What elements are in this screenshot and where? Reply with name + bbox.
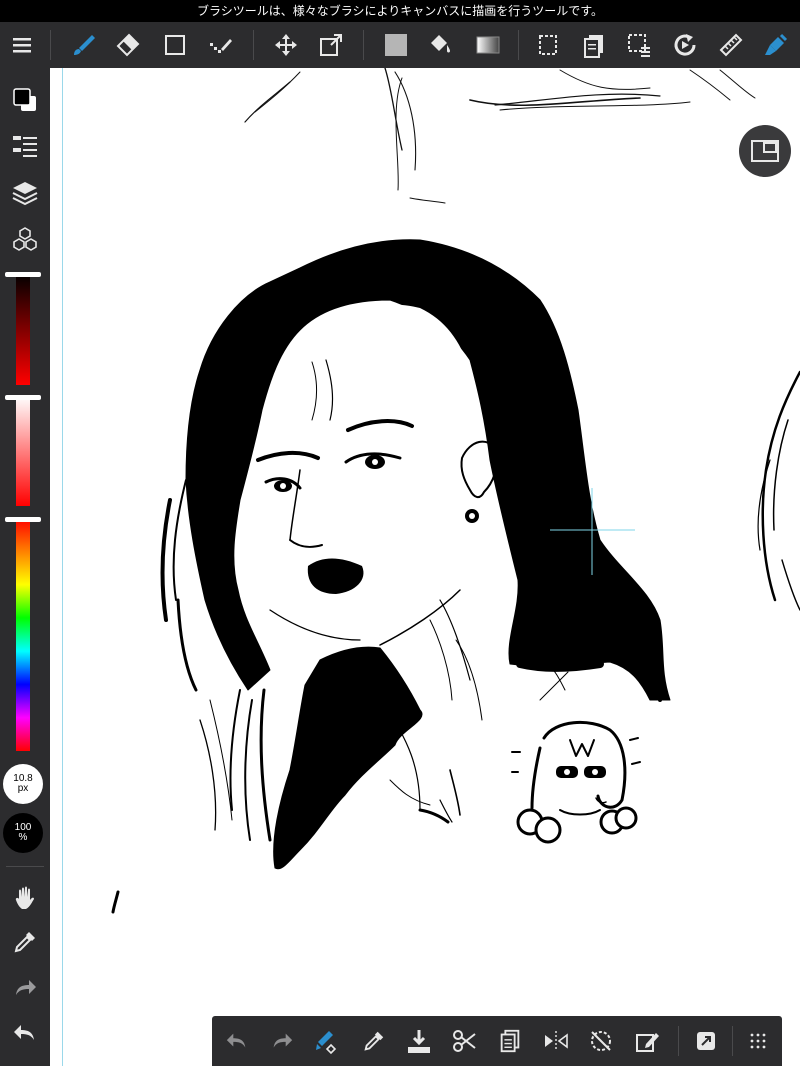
bucket-tool-button[interactable] [417,22,461,68]
redo-icon [273,1033,293,1048]
fill-color-button[interactable] [374,22,418,68]
app-window: ブラシツールは、様々なブラシによりキャンバスに描画を行うツールです。 10.8 … [0,0,800,1066]
navigator-icon [751,140,779,162]
select-icon [539,35,557,55]
redo-button[interactable] [260,1016,304,1066]
rectangle-shape-icon [165,35,185,55]
ruler-tool-button[interactable] [709,22,753,68]
brush-size-unit: px [17,783,29,794]
undo-button[interactable] [215,1016,259,1066]
rotate-tool-button[interactable] [663,22,707,68]
hue-slider-handle[interactable] [5,517,41,522]
flip-horizontal-button[interactable] [534,1016,578,1066]
move-icon [275,34,297,56]
hue-slider[interactable] [16,518,30,751]
copy-icon [500,1029,520,1053]
transform-icon [320,34,342,56]
left-sidebar: 10.8 px 100 % [0,68,50,1066]
select-tool-button[interactable] [526,22,570,68]
gradient-tool-button[interactable] [466,22,510,68]
layers-button[interactable] [0,171,50,215]
brush-list-button[interactable] [0,125,50,169]
shape-tool-button[interactable] [153,22,197,68]
edge-brush-icon [765,33,788,55]
dot-brush-tool-button[interactable] [198,22,242,68]
brush-list-icon [13,136,37,157]
cut-button[interactable] [443,1016,487,1066]
redo-side-button[interactable] [0,966,50,1010]
dotted-brush-icon [210,39,232,53]
more-button[interactable] [736,1016,780,1066]
saturation-slider-handle[interactable] [5,395,41,400]
share-button[interactable] [684,1016,728,1066]
rotate-icon [674,34,696,56]
brightness-slider[interactable] [16,273,30,385]
copy-button[interactable] [488,1016,532,1066]
bottom-toolbar [212,1016,782,1066]
undo-icon [14,1025,34,1040]
eyedropper-icon [14,932,35,953]
tool-tooltip: ブラシツールは、様々なブラシによりキャンバスに描画を行うツールです。 [0,0,800,22]
brush-color-swap-icon [316,1031,337,1055]
color-swatches[interactable] [0,78,50,122]
hand-tool-button[interactable] [0,876,50,920]
copy-paste-icon [584,35,603,58]
bucket-icon [431,35,450,53]
transform-tool-button[interactable] [309,22,353,68]
sketch-artwork [111,67,800,914]
undo-icon [226,1033,246,1048]
flip-horizontal-icon [545,1031,568,1051]
eraser-tool-button[interactable] [106,22,150,68]
copy-paste-button[interactable] [572,22,616,68]
menu-icon [13,38,31,53]
brush-size-button[interactable]: 10.8 px [3,764,43,804]
hand-icon [15,886,34,909]
rotate-canvas-icon [591,1031,611,1051]
eyedropper-icon [364,1031,384,1051]
layers-icon [12,182,38,206]
move-tool-button[interactable] [264,22,308,68]
materials-button[interactable] [0,218,50,262]
redo-icon [16,980,36,995]
share-icon [697,1032,715,1050]
eraser-icon [116,33,140,57]
eyedropper-tool-button[interactable] [0,920,50,964]
fill-color-swatch-icon [385,34,407,56]
color-swatch-icon [13,88,36,111]
brush-color-swap-button[interactable] [305,1016,349,1066]
materials-cube-icon [13,227,37,251]
opacity-unit: % [18,832,28,843]
rotate-canvas-button[interactable] [579,1016,623,1066]
gradient-icon [476,36,500,54]
brightness-slider-handle[interactable] [5,272,41,277]
navigator-button[interactable] [739,125,791,177]
menu-button[interactable] [0,22,44,68]
undo-side-button[interactable] [0,1011,50,1055]
more-icon [750,1033,766,1049]
edit-icon [636,1033,659,1052]
eyedropper-button[interactable] [352,1016,396,1066]
top-toolbar [0,22,800,68]
brush-icon [74,35,95,55]
opacity-button[interactable]: 100 % [3,813,43,853]
save-icon [408,1030,430,1053]
save-button[interactable] [397,1016,441,1066]
edge-brush-button[interactable] [754,22,798,68]
cut-icon [453,1030,476,1052]
edit-button[interactable] [625,1016,669,1066]
select-layer-button[interactable] [617,22,661,68]
brush-tool-button[interactable] [62,22,106,68]
select-layer-icon [628,34,650,57]
ruler-icon [719,33,743,57]
saturation-slider[interactable] [16,396,30,506]
